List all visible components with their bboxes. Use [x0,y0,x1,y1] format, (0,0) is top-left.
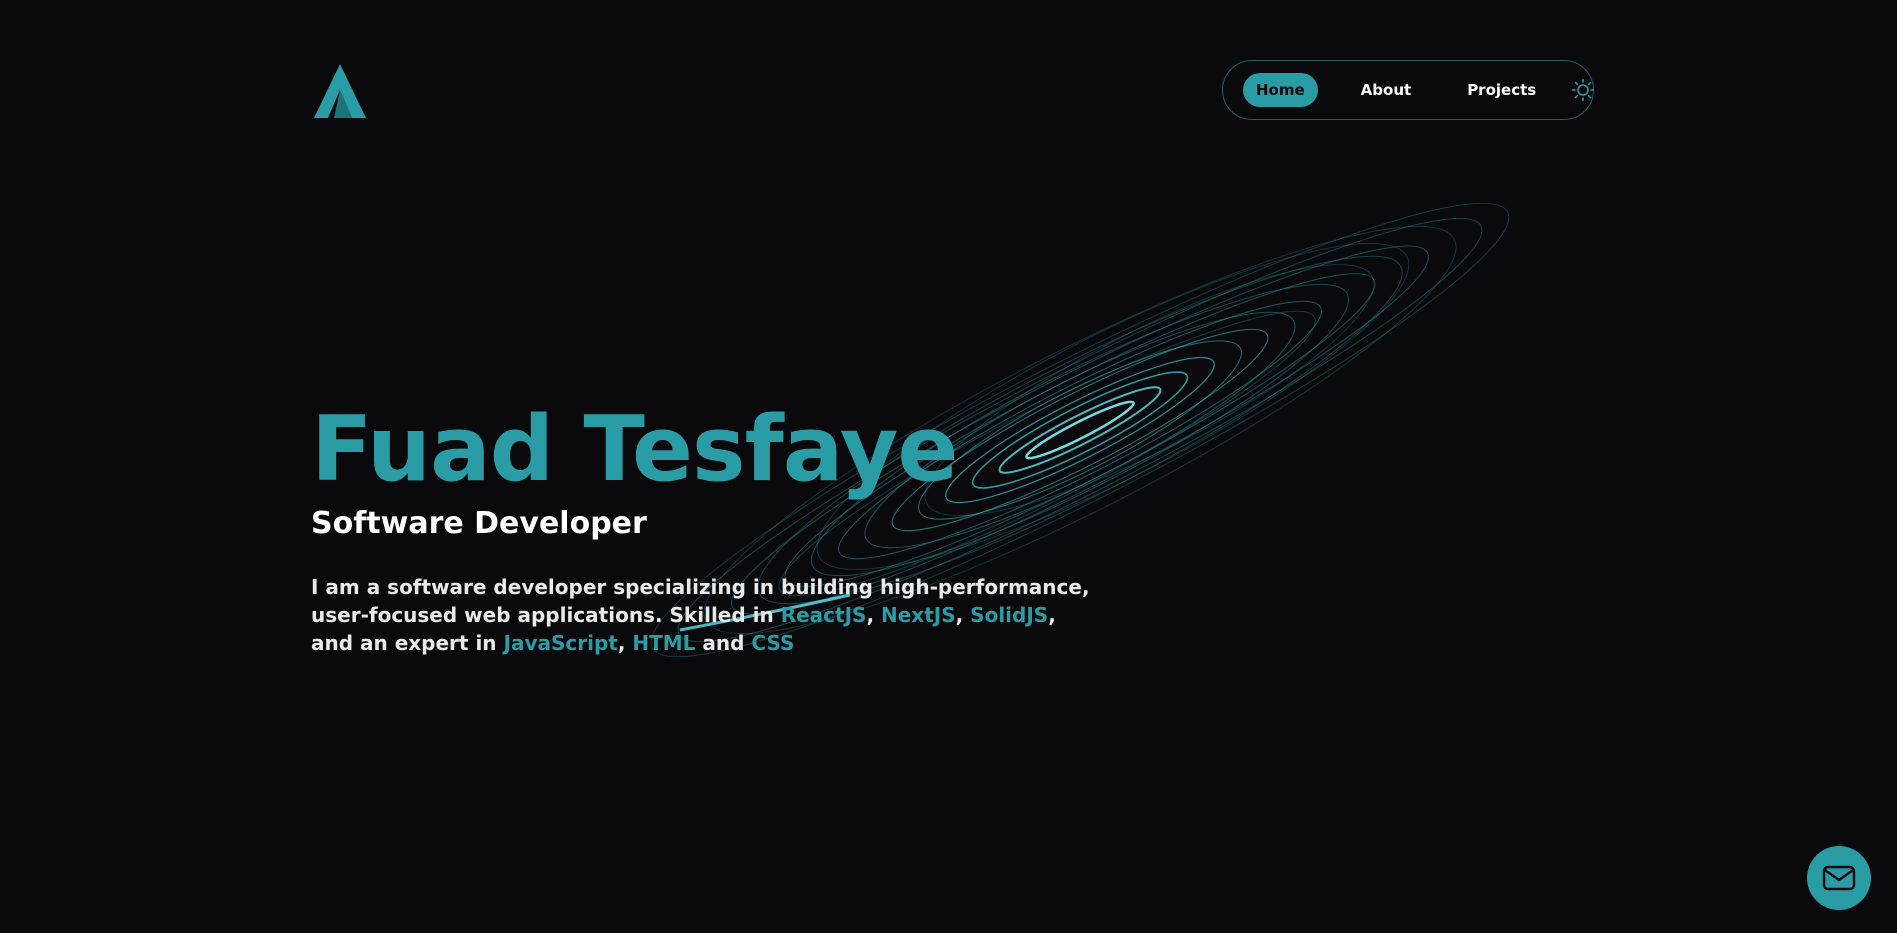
site-header: Home About Projects [310,60,1595,122]
logo-a-icon[interactable] [314,64,366,118]
main-nav: Home About Projects [1222,60,1595,120]
skill-nextjs: NextJS [881,603,956,627]
bio-separator: , [617,631,633,655]
bio-separator: , [866,603,881,627]
skill-css: CSS [751,631,795,655]
page: Home About Projects Fuad Tesfaye Softwar… [0,0,1897,933]
mail-icon [1822,865,1856,891]
skill-solidjs: SolidJS [970,603,1049,627]
hero-name: Fuad Tesfaye [311,397,958,502]
nav-item-projects[interactable]: Projects [1454,73,1549,107]
contact-mail-button[interactable] [1807,846,1871,910]
hero-role: Software Developer [311,506,647,541]
nav-item-about[interactable]: About [1348,73,1425,107]
skill-reactjs: ReactJS [780,603,867,627]
nav-item-home[interactable]: Home [1243,73,1318,107]
theme-toggle-button[interactable] [1571,77,1595,103]
skill-javascript: JavaScript [503,631,618,655]
bio-separator: and [695,631,752,655]
hero-bio: I am a software developer specializing i… [311,573,1101,657]
bio-separator: , [955,603,971,627]
skill-html: HTML [632,631,696,655]
hero-section: Fuad Tesfaye Software Developer I am a s… [311,395,1111,657]
sun-icon [1571,78,1595,102]
